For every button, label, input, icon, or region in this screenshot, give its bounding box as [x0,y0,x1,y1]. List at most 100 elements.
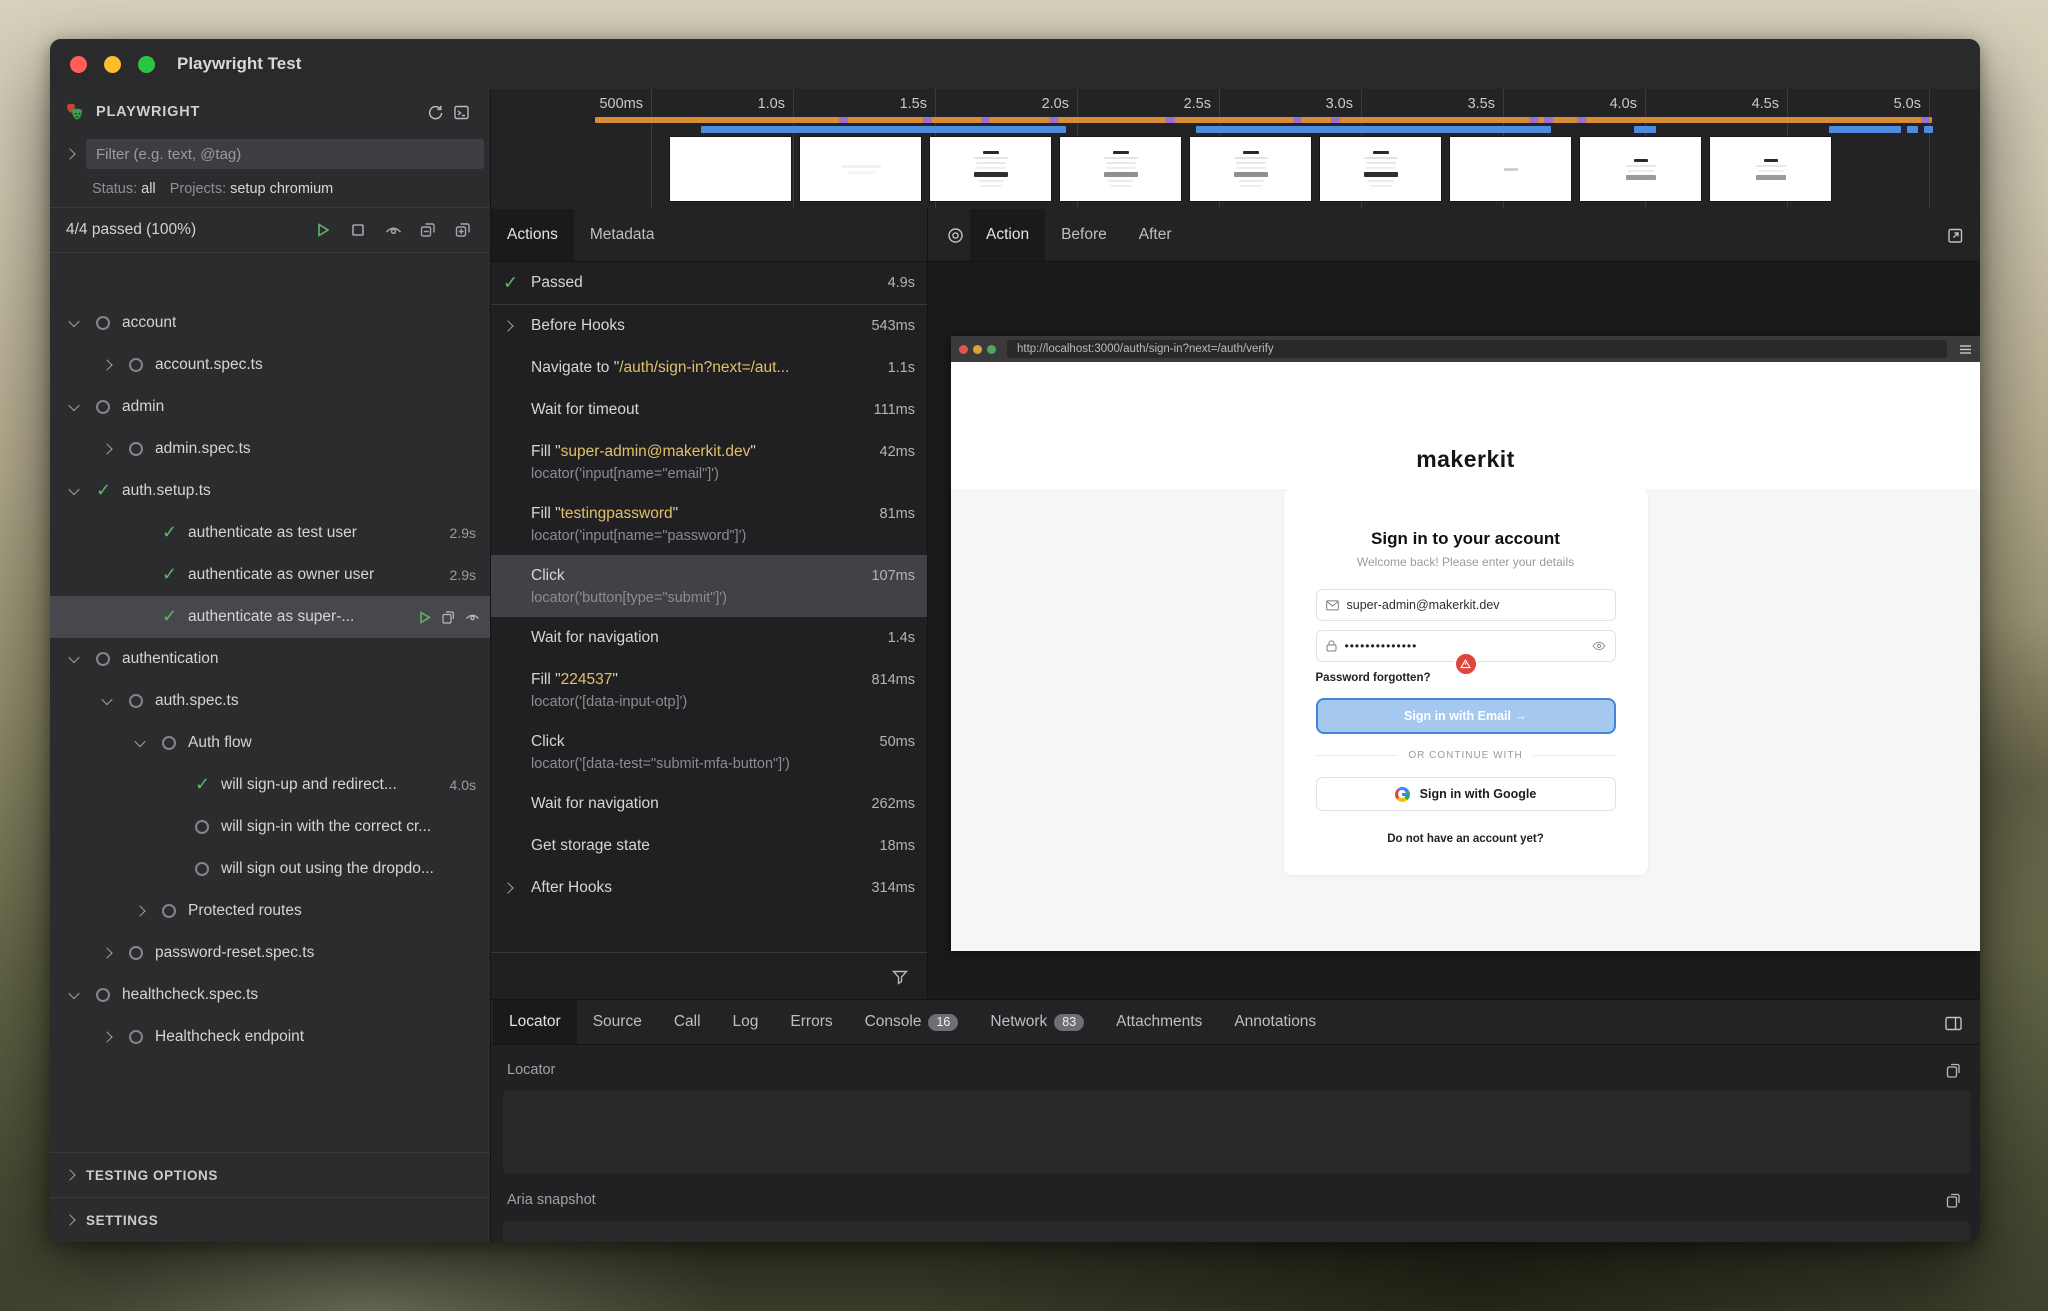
action-row[interactable]: After Hooks314ms [491,867,927,909]
tab-call[interactable]: Call [658,1000,717,1044]
tab-metadata[interactable]: Metadata [574,209,671,261]
tree-item-will-sign-up-and-redirect-[interactable]: ✓will sign-up and redirect...4.0s [50,764,490,806]
chevron-down-icon[interactable] [68,316,79,327]
film-strip-thumbnail[interactable] [800,137,921,201]
chevron-right-icon[interactable] [134,905,145,916]
locator-editor[interactable] [503,1091,1970,1173]
film-strip-thumbnail[interactable] [670,137,791,201]
tab-source[interactable]: Source [577,1000,658,1044]
tree-item-admin-spec-ts[interactable]: admin.spec.ts [50,428,490,470]
tree-item-auth-setup-ts[interactable]: ✓auth.setup.ts [50,470,490,512]
signin-email-button[interactable]: Sign in with Email → [1316,698,1616,734]
tab-attachments[interactable]: Attachments [1100,1000,1218,1044]
chevron-down-icon[interactable] [68,988,79,999]
action-row[interactable]: Get storage state18ms [491,825,927,867]
tree-item-password-reset-spec-ts[interactable]: password-reset.spec.ts [50,932,490,974]
filter-input[interactable] [86,139,484,169]
chevron-right-icon[interactable] [101,947,112,958]
tree-item-healthcheck-spec-ts[interactable]: healthcheck.spec.ts [50,974,490,1016]
chevron-right-icon[interactable] [101,1031,112,1042]
trace-timeline[interactable]: 500ms1.0s1.5s2.0s2.5s3.0s3.5s4.0s4.5s5.0… [491,89,1980,210]
action-row[interactable]: Wait for navigation262ms [491,783,927,825]
tree-item-auth-flow[interactable]: Auth flow [50,722,490,764]
tree-item-auth-spec-ts[interactable]: auth.spec.ts [50,680,490,722]
expand-all-icon[interactable] [450,217,476,243]
tree-item-authenticate-as-super-[interactable]: ✓authenticate as super-... [50,596,490,638]
chevron-right-icon[interactable] [101,359,112,370]
chevron-down-icon[interactable] [134,736,145,747]
terminal-icon[interactable] [448,99,474,125]
chevron-down-icon[interactable] [68,652,79,663]
aria-snapshot-editor[interactable] [503,1221,1970,1242]
tree-item-authentication[interactable]: authentication [50,638,490,680]
tree-item-account-spec-ts[interactable]: account.spec.ts [50,344,490,386]
action-row[interactable]: Before Hooks543ms [491,305,927,347]
film-strip-thumbnail[interactable] [1190,137,1311,201]
film-strip-thumbnail[interactable] [1710,137,1831,201]
tab-before[interactable]: Before [1045,209,1123,261]
pick-locator-icon[interactable] [942,222,968,248]
tab-actions[interactable]: Actions [491,209,574,261]
tree-item-invitations[interactable]: invitations [50,1058,490,1062]
close-window-button[interactable] [70,56,87,73]
filter-status-line[interactable]: Status:all Projects:setup chromium [50,173,490,207]
filter-expand-chevron-icon[interactable] [64,148,75,159]
copy-aria-snapshot-icon[interactable] [1940,1187,1966,1213]
action-row[interactable]: ✓Passed4.9s [491,262,927,305]
show-password-icon[interactable] [1592,641,1606,651]
tree-item-authenticate-as-owner-user[interactable]: ✓authenticate as owner user2.9s [50,554,490,596]
tab-after[interactable]: After [1123,209,1188,261]
tree-item-will-sign-in-with-the-correct-cr-[interactable]: will sign-in with the correct cr... [50,806,490,848]
action-row[interactable]: Navigate to "/auth/sign-in?next=/aut...1… [491,347,927,389]
minimize-window-button[interactable] [104,56,121,73]
open-external-icon[interactable] [1942,222,1968,248]
signup-link[interactable]: Do not have an account yet? [1316,833,1616,845]
action-row[interactable]: Fill "super-admin@makerkit.dev"42mslocat… [491,431,927,493]
tab-network[interactable]: Network83 [974,1000,1100,1044]
chevron-right-icon[interactable] [504,317,512,335]
tree-item-admin[interactable]: admin [50,386,490,428]
filter-actions-icon[interactable] [887,964,913,990]
chevron-down-icon[interactable] [68,400,79,411]
password-field[interactable]: •••••••••••••• [1316,630,1616,662]
section-testing-options[interactable]: TESTING OPTIONS [50,1152,490,1197]
run-all-button[interactable] [310,217,336,243]
chevron-right-icon[interactable] [504,879,512,897]
signin-google-button[interactable]: Sign in with Google [1316,777,1616,811]
film-strip-thumbnail[interactable] [930,137,1051,201]
action-row[interactable]: Click107mslocator('button[type="submit"]… [491,555,927,617]
film-strip-thumbnail[interactable] [1320,137,1441,201]
action-row[interactable]: Wait for navigation1.4s [491,617,927,659]
tab-annotations[interactable]: Annotations [1218,1000,1332,1044]
reload-tests-icon[interactable] [422,99,448,125]
chevron-right-icon[interactable] [101,443,112,454]
action-row[interactable]: Click50mslocator('[data-test="submit-mfa… [491,721,927,783]
collapse-all-icon[interactable] [415,217,441,243]
film-strip-thumbnail[interactable] [1580,137,1701,201]
tree-item-account[interactable]: account [50,302,490,344]
tab-locator[interactable]: Locator [493,1000,577,1044]
watch-test-icon[interactable] [465,610,480,625]
tab-log[interactable]: Log [717,1000,775,1044]
action-row[interactable]: Wait for timeout111ms [491,389,927,431]
chevron-down-icon[interactable] [68,484,79,495]
tab-console[interactable]: Console16 [849,1000,975,1044]
tab-action[interactable]: Action [970,209,1045,261]
zoom-window-button[interactable] [138,56,155,73]
tree-item-protected-routes[interactable]: Protected routes [50,890,490,932]
copy-locator-icon[interactable] [1940,1057,1966,1083]
run-test-icon[interactable] [417,610,432,625]
copy-test-icon[interactable] [441,610,456,625]
section-settings[interactable]: SETTINGS [50,1197,490,1242]
split-view-icon[interactable] [1940,1010,1966,1036]
action-row[interactable]: Fill "testingpassword"81mslocator('input… [491,493,927,555]
film-strip-thumbnail[interactable] [1450,137,1571,201]
tree-item-will-sign-out-using-the-dropdo-[interactable]: will sign out using the dropdo... [50,848,490,890]
chevron-down-icon[interactable] [101,694,112,705]
stop-button[interactable] [345,217,371,243]
tab-errors[interactable]: Errors [774,1000,848,1044]
tree-item-healthcheck-endpoint[interactable]: Healthcheck endpoint [50,1016,490,1058]
email-field[interactable]: super-admin@makerkit.dev [1316,589,1616,621]
action-row[interactable]: Fill "224537"814mslocator('[data-input-o… [491,659,927,721]
film-strip-thumbnail[interactable] [1060,137,1181,201]
